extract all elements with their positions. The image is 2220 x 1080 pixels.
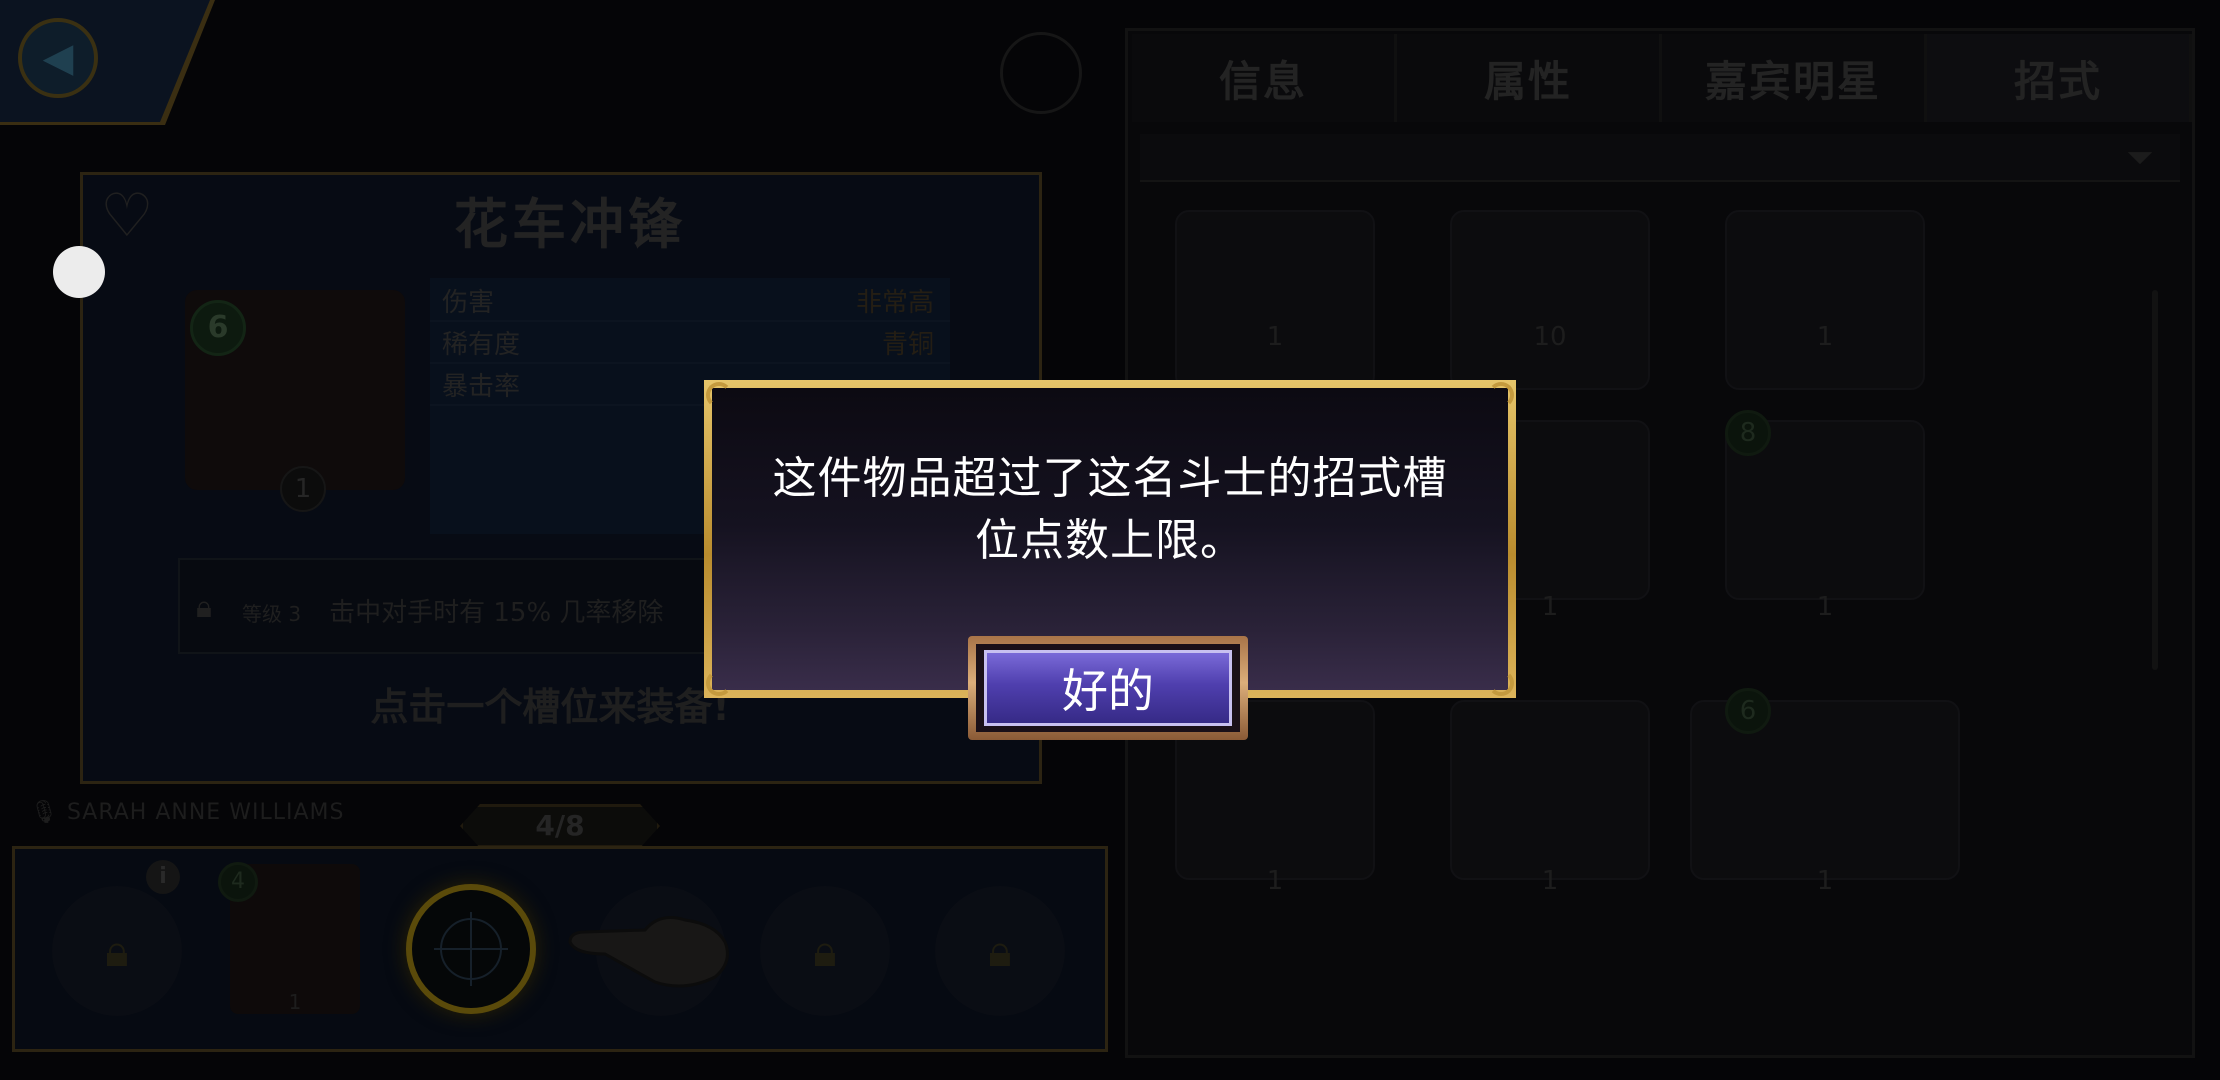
move-card-level: 1 bbox=[1816, 592, 1834, 622]
chevron-left-icon: ◀ bbox=[42, 35, 74, 81]
filter-bar bbox=[1140, 134, 2180, 182]
stat-label: 伤害 bbox=[442, 288, 495, 318]
gear-badge: 4 bbox=[218, 862, 258, 902]
stat-row: 伤害 非常高 bbox=[430, 278, 950, 322]
tab-attributes[interactable]: 属性 bbox=[1397, 34, 1662, 122]
heart-icon[interactable]: ♡ bbox=[100, 186, 170, 246]
tab-moves[interactable]: 招式 bbox=[1927, 34, 2192, 122]
fighter-portrait-ring bbox=[1000, 32, 1082, 114]
locked-slot[interactable]: 🔒︎ bbox=[760, 886, 890, 1016]
lock-icon: 🔒︎ bbox=[105, 925, 129, 977]
ok-button[interactable]: 好的 bbox=[984, 650, 1232, 726]
gear-badge: 8 bbox=[1725, 410, 1771, 456]
move-card[interactable] bbox=[1450, 210, 1650, 390]
stat-label: 稀有度 bbox=[442, 330, 521, 360]
locked-slot[interactable]: 🔒︎ bbox=[935, 886, 1065, 1016]
lock-icon: 🔒︎ bbox=[196, 590, 212, 625]
gear-badge: 6 bbox=[1725, 688, 1771, 734]
tab-guest-star[interactable]: 嘉宾明星 bbox=[1662, 34, 1927, 122]
move-title: 花车冲锋 bbox=[454, 193, 686, 256]
equipped-move-level: 1 bbox=[288, 990, 302, 1014]
move-card-level: 1 bbox=[1266, 322, 1284, 352]
move-card-level: 1 bbox=[1816, 322, 1834, 352]
dialog-message-line: 位点数上限。 bbox=[975, 515, 1245, 566]
gear-badge: 6 bbox=[190, 300, 246, 356]
tab-info[interactable]: 信息 bbox=[1132, 34, 1397, 122]
slot-counter: 4/8 bbox=[460, 804, 660, 848]
lock-icon: 🔒︎ bbox=[813, 925, 837, 977]
move-card-level: 10 bbox=[1533, 322, 1567, 352]
stat-value: 青铜 bbox=[881, 330, 934, 360]
dialog-corner-ornament bbox=[706, 382, 732, 408]
dialog-message-line: 这件物品超过了这名斗士的招式槽 bbox=[772, 453, 1448, 504]
move-card[interactable] bbox=[1175, 210, 1375, 390]
lock-level: 等级 3 bbox=[242, 602, 302, 626]
microphone-icon: 🎙︎ bbox=[30, 800, 67, 825]
stat-label: 暴击率 bbox=[442, 372, 521, 402]
hand-pointer-icon bbox=[568, 916, 729, 988]
voice-actor-credit: 🎙︎ SARAH ANNE WILLIAMS bbox=[30, 800, 390, 825]
move-card[interactable] bbox=[1725, 210, 1925, 390]
back-button[interactable]: ◀ bbox=[18, 18, 98, 98]
tab-bar: 信息 属性 嘉宾明星 招式 bbox=[1132, 34, 2192, 122]
info-icon[interactable]: i bbox=[146, 860, 180, 894]
tutorial-touch-indicator bbox=[53, 246, 105, 298]
move-level-badge: 1 bbox=[280, 466, 326, 512]
crosshair-icon bbox=[434, 912, 508, 986]
move-list-scrollbar[interactable] bbox=[2152, 290, 2158, 670]
lock-icon: 🔒︎ bbox=[988, 925, 1012, 977]
funnel-icon[interactable]: ⏷ bbox=[2120, 138, 2160, 178]
move-card-level: 1 bbox=[1816, 866, 1834, 896]
dialog-corner-ornament bbox=[1488, 670, 1514, 696]
locked-slot[interactable]: 🔒︎ bbox=[52, 886, 182, 1016]
stat-value: 非常高 bbox=[855, 288, 934, 318]
empty-slot-selected[interactable] bbox=[406, 884, 536, 1014]
locked-ability-text: 等级 3 击中对手时有 15% 几率移除 bbox=[242, 592, 712, 629]
move-card-level: 1 bbox=[1266, 866, 1284, 896]
move-card-level: 1 bbox=[1541, 866, 1559, 896]
dialog-corner-ornament bbox=[706, 670, 732, 696]
dialog-message: 这件物品超过了这名斗士的招式槽 位点数上限。 bbox=[740, 448, 1480, 572]
move-card[interactable] bbox=[1450, 700, 1650, 880]
move-card-level: 1 bbox=[1541, 592, 1559, 622]
lock-description: 击中对手时有 15% 几率移除 bbox=[329, 598, 664, 628]
dialog-corner-ornament bbox=[1488, 382, 1514, 408]
voice-actor-name: SARAH ANNE WILLIAMS bbox=[66, 800, 345, 825]
stat-row: 稀有度 青铜 bbox=[430, 320, 950, 364]
